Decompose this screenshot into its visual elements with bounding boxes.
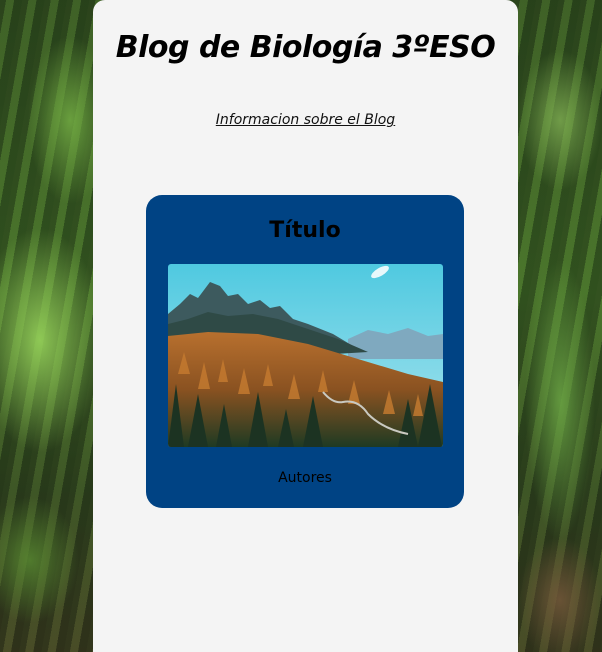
post-card-authors: Autores — [278, 470, 332, 486]
blog-panel: Blog de Biología 3ºESO Informacion sobre… — [93, 0, 518, 652]
post-card-image — [168, 264, 443, 447]
post-card-title: Título — [269, 218, 341, 243]
post-card[interactable]: Título Autores — [146, 195, 464, 508]
blog-info-link[interactable]: Informacion sobre el Blog — [93, 112, 518, 128]
page-title: Blog de Biología 3ºESO — [115, 30, 496, 65]
